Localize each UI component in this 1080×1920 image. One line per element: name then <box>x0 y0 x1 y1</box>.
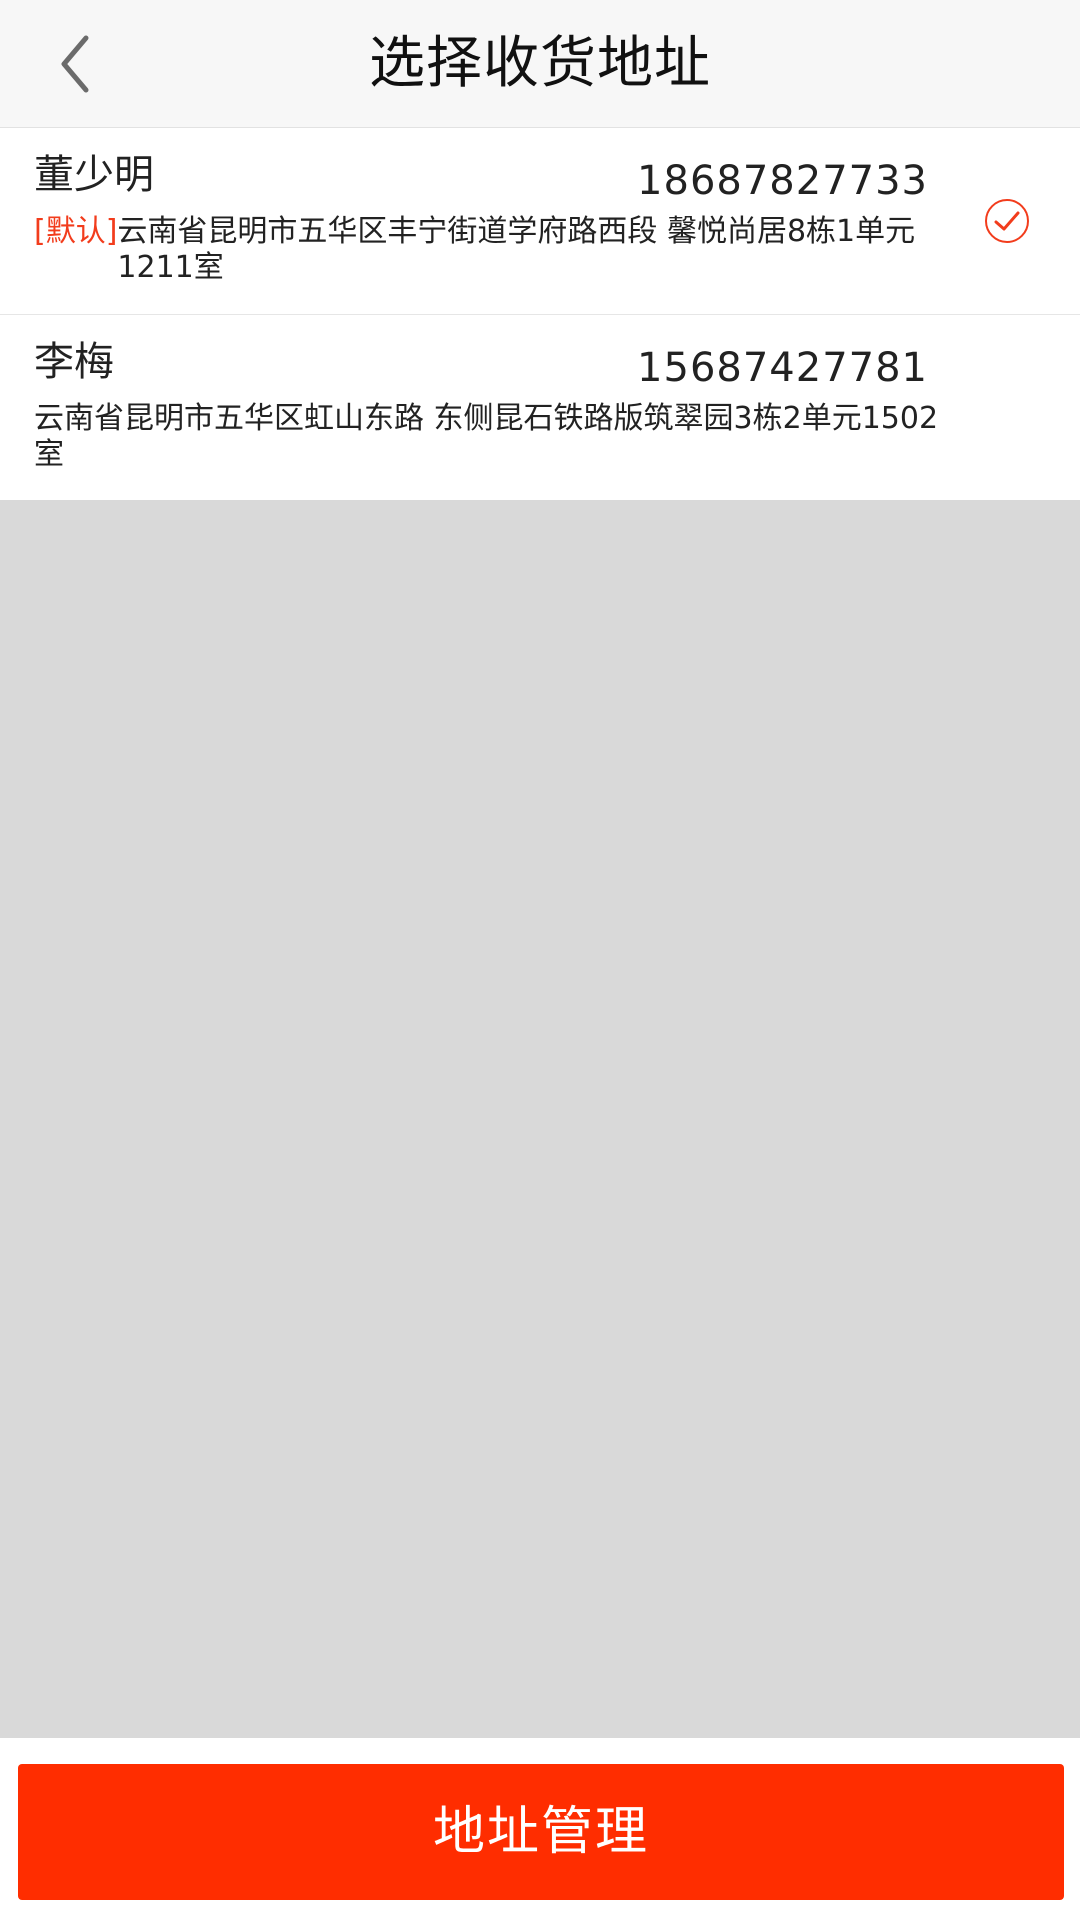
address-line: [默认] 云南省昆明市五华区丰宁街道学府路西段 馨悦尚居8栋1单元1211室 <box>34 214 944 286</box>
default-badge: [默认] <box>34 214 118 249</box>
address-item[interactable]: 李梅 15687427781 云南省昆明市五华区虹山东路 东侧昆石铁路版筑翠园3… <box>0 314 1080 500</box>
recipient-name: 董少明 <box>34 152 154 198</box>
check-circle-icon[interactable] <box>984 198 1030 244</box>
address-line: 云南省昆明市五华区虹山东路 东侧昆石铁路版筑翠园3栋2单元1502室 <box>34 401 944 473</box>
address-item[interactable]: 董少明 18687827733 [默认] 云南省昆明市五华区丰宁街道学府路西段 … <box>0 128 1080 314</box>
address-text: 云南省昆明市五华区虹山东路 东侧昆石铁路版筑翠园3栋2单元1502室 <box>34 401 939 472</box>
footer-bar: 地址管理 <box>0 1738 1080 1920</box>
recipient-phone: 15687427781 <box>637 345 928 391</box>
page-title: 选择收货地址 <box>369 31 711 96</box>
navbar: 选择收货地址 <box>0 0 1080 128</box>
recipient-phone: 18687827733 <box>637 158 928 204</box>
address-text: 云南省昆明市五华区丰宁街道学府路西段 馨悦尚居8栋1单元1211室 <box>117 214 916 285</box>
address-manage-button[interactable]: 地址管理 <box>18 1764 1064 1900</box>
address-list: 董少明 18687827733 [默认] 云南省昆明市五华区丰宁街道学府路西段 … <box>0 128 1080 500</box>
recipient-name: 李梅 <box>34 339 114 385</box>
screen: 选择收货地址 董少明 18687827733 [默认] 云南省昆明市五华区丰宁街… <box>0 0 1080 1920</box>
